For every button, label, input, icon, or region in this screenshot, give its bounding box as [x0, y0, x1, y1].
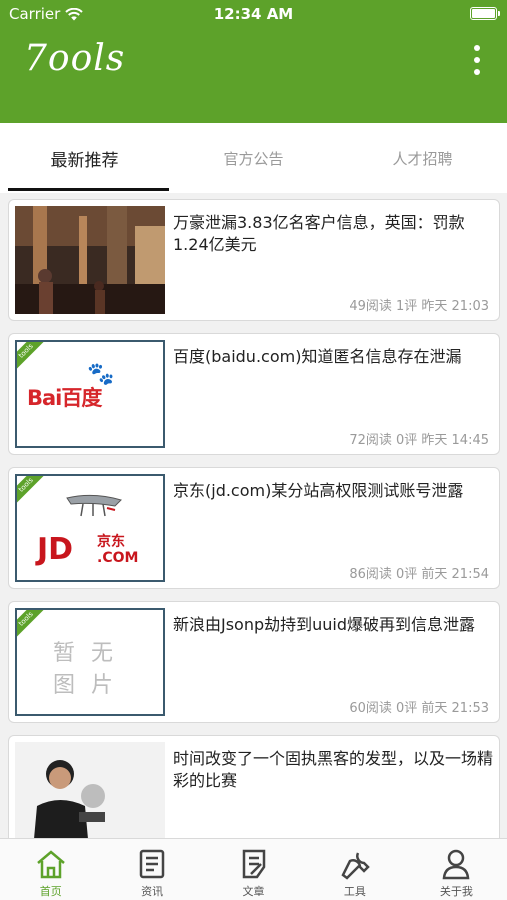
tab-announcements[interactable]: 官方公告: [169, 123, 338, 193]
nav-news-label: 资讯: [141, 885, 164, 898]
app-header: Carrier 12:34 AM 7ools: [0, 0, 507, 123]
status-bar: Carrier 12:34 AM: [0, 0, 507, 28]
nav-home[interactable]: 首页: [0, 839, 101, 900]
article-meta: 86阅读 0评 前天 21:54: [349, 567, 489, 582]
nav-about[interactable]: 关于我: [406, 839, 507, 900]
article-card[interactable]: tools JD 京东 .COM 京东(jd.com)某分站高权限测试账号泄露 …: [8, 467, 500, 589]
battery-icon: [470, 7, 500, 20]
tab-jobs[interactable]: 人才招聘: [338, 123, 507, 193]
article-card[interactable]: 万豪泄漏3.83亿名客户信息，英国：罚款1.24亿美元 49阅读 1评 昨天 2…: [8, 199, 500, 321]
thumb-tag: tools: [17, 342, 47, 372]
nav-news[interactable]: 资讯: [101, 839, 202, 900]
home-icon: [36, 850, 65, 879]
nav-about-label: 关于我: [439, 885, 473, 898]
no-image-placeholder: 暂无 图片: [53, 641, 130, 698]
thumb-tag: tools: [17, 476, 47, 506]
app-logo: 7ools: [24, 38, 154, 86]
article-title: 时间改变了一个固执黑客的发型，以及一场精彩的比赛: [173, 749, 494, 790]
article-icon: [242, 849, 265, 879]
article-title: 万豪泄漏3.83亿名客户信息，英国：罚款1.24亿美元: [173, 213, 465, 254]
nav-tools[interactable]: 工具: [304, 839, 405, 900]
jd-logo-sub: 京东 .COM: [97, 534, 139, 566]
wrench-icon: [341, 852, 370, 880]
thumb-tag: tools: [17, 610, 47, 640]
article-title: 京东(jd.com)某分站高权限测试账号泄露: [173, 481, 464, 500]
nav-tools-label: 工具: [343, 885, 366, 898]
nav-home-label: 首页: [39, 885, 62, 898]
status-time: 12:34 AM: [213, 5, 294, 23]
baidu-logo: Bai百度 🐾: [27, 362, 114, 410]
article-meta: 72阅读 0评 昨天 14:45: [349, 433, 489, 448]
article-thumbnail: tools 暂无 图片: [15, 608, 165, 716]
article-card[interactable]: 时间改变了一个固执黑客的发型，以及一场精彩的比赛: [8, 735, 500, 838]
article-thumbnail: tools Bai百度 🐾: [15, 340, 165, 448]
tab-latest[interactable]: 最新推荐: [0, 123, 169, 193]
category-tabs: 最新推荐 官方公告 人才招聘: [0, 123, 507, 193]
article-thumbnail: tools JD 京东 .COM: [15, 474, 165, 582]
paw-icon: 🐾: [87, 362, 114, 387]
more-vertical-icon[interactable]: [469, 45, 485, 75]
article-title: 百度(baidu.com)知道匿名信息存在泄漏: [173, 347, 462, 366]
article-meta: 49阅读 1评 昨天 21:03: [349, 299, 489, 314]
article-thumbnail: [15, 742, 165, 838]
logo-text: 7ools: [24, 38, 126, 79]
article-card[interactable]: tools 暂无 图片 新浪由Jsonp劫持到uuid爆破再到信息泄露 60阅读…: [8, 601, 500, 723]
nav-article[interactable]: 文章: [203, 839, 304, 900]
jd-dog-icon: [66, 494, 122, 517]
article-meta: 60阅读 0评 前天 21:53: [349, 701, 489, 716]
article-list: 万豪泄漏3.83亿名客户信息，英国：罚款1.24亿美元 49阅读 1评 昨天 2…: [0, 193, 507, 838]
jd-logo-text: JD: [37, 532, 74, 567]
bottom-nav: 首页 资讯 文章 工具 关于我: [0, 838, 507, 900]
article-card[interactable]: tools Bai百度 🐾 百度(baidu.com)知道匿名信息存在泄漏 72…: [8, 333, 500, 455]
user-icon: [442, 849, 470, 880]
nav-article-label: 文章: [242, 885, 265, 898]
news-icon: [139, 849, 165, 879]
article-thumbnail: [15, 206, 165, 314]
article-title: 新浪由Jsonp劫持到uuid爆破再到信息泄露: [173, 615, 476, 634]
